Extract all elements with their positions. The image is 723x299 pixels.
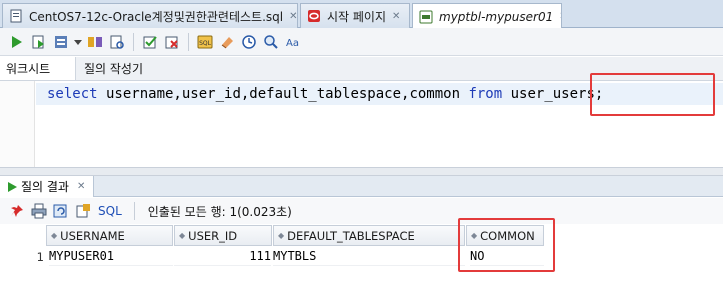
column-header-default-tablespace[interactable]: ◆ DEFAULT_TABLESPACE <box>273 225 465 246</box>
column-header-user-id[interactable]: ◆ USER_ID <box>174 225 272 246</box>
unshared-sql-icon: SQL <box>197 35 213 48</box>
result-tab-label: 질의 결과 <box>21 180 69 194</box>
table-cell-username[interactable]: MYPUSER01 <box>49 247 173 266</box>
autotrace-button[interactable] <box>50 31 72 53</box>
pin-button[interactable] <box>6 200 28 222</box>
tab-worksheet[interactable]: myptbl-mypuser01 ✕ <box>412 3 562 29</box>
pane-splitter[interactable] <box>0 167 723 176</box>
column-header-username[interactable]: ◆ USERNAME <box>46 225 173 246</box>
tab-query-result[interactable]: 질의 결과 ✕ <box>0 176 95 197</box>
sort-icon: ◆ <box>179 231 185 240</box>
run-icon <box>8 181 17 192</box>
sql-tuning-button[interactable] <box>106 31 128 53</box>
sql-keyword: from <box>468 86 503 102</box>
svg-text:SQL: SQL <box>199 40 212 47</box>
close-icon[interactable]: ✕ <box>289 11 297 22</box>
sql-history-button[interactable] <box>238 31 260 53</box>
dropdown-button[interactable] <box>72 31 84 53</box>
sql-statement[interactable]: select username,user_id,default_tablespa… <box>47 85 603 103</box>
tab-start-page[interactable]: 시작 페이지 ✕ <box>300 3 410 28</box>
sql-link[interactable]: SQL <box>98 204 122 218</box>
search-icon <box>264 34 278 49</box>
column-header-label: USERNAME <box>60 228 125 243</box>
svg-text:Aa: Aa <box>286 38 299 49</box>
explain-plan-button[interactable] <box>84 31 106 53</box>
tuning-icon <box>110 35 124 49</box>
print-icon <box>31 203 47 219</box>
sql-text: username,user_id,default_tablespace,comm… <box>97 86 469 102</box>
close-icon[interactable]: ✕ <box>392 11 400 22</box>
results-grid[interactable]: ◆ USERNAME ◆ USER_ID ◆ DEFAULT_TABLESPAC… <box>0 218 723 299</box>
commit-icon <box>143 35 157 48</box>
rollback-icon <box>165 36 178 48</box>
result-toolbar: SQL 인출된 모든 행: 1(0.023초) <box>0 198 723 224</box>
fetch-all-button[interactable] <box>72 200 94 222</box>
find-button[interactable] <box>260 31 282 53</box>
pin-icon <box>11 205 23 217</box>
case-button[interactable]: Aa <box>282 31 304 53</box>
tab-worksheet-view[interactable]: 워크시트 <box>0 57 76 80</box>
toolbar-separator <box>133 32 134 51</box>
sql-file-icon <box>10 9 22 23</box>
highlight-box <box>590 73 715 116</box>
close-icon[interactable]: ✕ <box>559 11 561 22</box>
oracle-start-icon <box>308 10 320 22</box>
history-icon <box>242 34 256 49</box>
worksheet-toolbar: SQL Aa <box>0 28 723 56</box>
column-header-label: DEFAULT_TABLESPACE <box>287 228 415 243</box>
result-tab-bar: 질의 결과 ✕ <box>0 176 723 197</box>
row-number: 1 <box>36 249 44 264</box>
run-script-icon <box>32 35 44 48</box>
toolbar-separator <box>133 202 135 220</box>
editor-tab-bar: CentOS7-12c-Oracle계정및권한관련테스트.sql ✕ 시작 페이… <box>0 0 723 29</box>
table-cell-default-tablespace[interactable]: MYTBLS <box>273 247 465 266</box>
refresh-button[interactable] <box>50 200 72 222</box>
clear-button[interactable] <box>216 31 238 53</box>
eraser-icon <box>221 36 233 48</box>
fetch-status: 인출된 모든 행: 1(0.023초) <box>147 204 292 219</box>
toolbar-separator <box>188 32 189 51</box>
unshared-sql-button[interactable]: SQL <box>194 31 216 53</box>
run-statement-button[interactable] <box>6 31 28 53</box>
refresh-icon <box>53 204 67 218</box>
tab-label: CentOS7-12c-Oracle계정및권한관련테스트.sql <box>29 9 284 24</box>
close-icon[interactable]: ✕ <box>77 181 85 192</box>
tab-label: 시작 페이지 <box>327 9 387 24</box>
commit-button[interactable] <box>139 31 161 53</box>
subtab-label: 워크시트 <box>6 62 51 76</box>
subtab-label: 질의 작성기 <box>84 62 144 76</box>
sql-editor[interactable]: select username,user_id,default_tablespa… <box>0 73 723 167</box>
print-button[interactable] <box>28 200 50 222</box>
explain-plan-icon <box>88 36 102 47</box>
run-script-button[interactable] <box>28 31 50 53</box>
table-cell-user-id[interactable]: 111 <box>174 247 271 266</box>
sql-keyword: select <box>47 86 98 102</box>
tab-label: myptbl-mypuser01 <box>439 9 554 24</box>
fetch-icon <box>76 204 90 218</box>
autotrace-icon <box>55 35 67 48</box>
sort-icon: ◆ <box>51 231 57 240</box>
tab-query-builder[interactable]: 질의 작성기 <box>76 57 153 80</box>
tab-sql-file[interactable]: CentOS7-12c-Oracle계정및권한관련테스트.sql ✕ <box>2 3 298 28</box>
run-icon <box>12 35 22 48</box>
chevron-down-icon <box>74 39 82 45</box>
column-header-label: USER_ID <box>188 228 238 243</box>
rollback-button[interactable] <box>161 31 183 53</box>
line-gutter <box>0 81 35 167</box>
case-toggle-icon: Aa <box>286 38 299 49</box>
sort-icon: ◆ <box>278 231 284 240</box>
highlight-box <box>458 218 555 272</box>
sql-worksheet-icon <box>419 10 433 23</box>
